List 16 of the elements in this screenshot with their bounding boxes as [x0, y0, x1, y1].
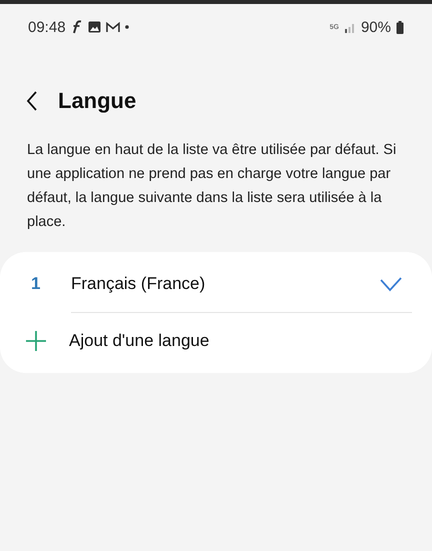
description-text: La langue en haut de la liste va être utilisée par défaut. Si une application ne prend pas en charge votre langue par défaut, la langue suivante dans la liste sera utilisée à la place.	[27, 141, 398, 232]
signal-icon	[344, 22, 356, 32]
language-name: Français (France)	[71, 274, 206, 294]
status-time: 09:48	[28, 18, 66, 36]
mail-notification-icon	[106, 22, 120, 32]
battery-percent: 90%	[360, 18, 391, 36]
image-notification-icon	[88, 21, 101, 33]
page-title: Langue	[58, 88, 136, 114]
add-language-label: Ajout d'une langue	[69, 331, 210, 351]
plus-icon	[25, 330, 47, 352]
add-language-item[interactable]: Ajout d'une langue	[0, 313, 432, 369]
language-item[interactable]: 1 Français (France)	[0, 256, 432, 312]
battery-icon	[396, 20, 404, 34]
f-notification-icon	[70, 20, 83, 34]
more-notifications-icon	[124, 25, 129, 29]
language-priority-number: 1	[31, 274, 42, 294]
